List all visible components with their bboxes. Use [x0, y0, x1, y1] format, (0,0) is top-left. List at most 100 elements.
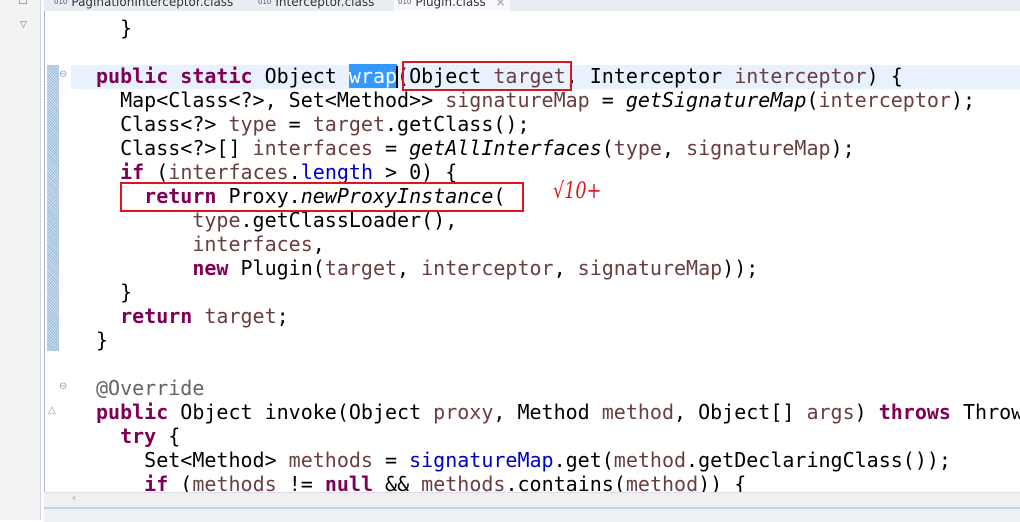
- code-line[interactable]: }: [96, 280, 132, 304]
- code-token: length: [300, 160, 373, 184]
- code-token: ;: [276, 304, 289, 328]
- code-line[interactable]: if (interfaces.length > 0) {: [96, 160, 457, 184]
- scroll-left-icon[interactable]: ‹: [72, 493, 76, 504]
- code-line[interactable]: Map<Class<?>, Set<Method>> signatureMap …: [96, 88, 975, 112]
- code-token: Class<?>[]: [96, 136, 253, 160]
- fold-collapse-icon[interactable]: ⊖: [59, 69, 67, 80]
- code-token: signatureMap: [686, 136, 831, 160]
- code-line[interactable]: try {: [96, 424, 180, 448]
- code-token: Object invoke(Object: [168, 400, 434, 424]
- code-token: (: [144, 160, 169, 184]
- code-token: getAllInterfaces: [409, 136, 602, 160]
- code-token: methods: [192, 472, 277, 492]
- code-token: .getDeclaringClass());: [686, 448, 951, 472]
- code-line[interactable]: @Override: [96, 376, 204, 400]
- handwritten-annotation: √10+: [553, 179, 602, 204]
- code-token: Map<Class<?>, Set<Method>>: [96, 88, 446, 112]
- tab-plugin[interactable]: 010 Plugin.class ⨯: [394, 0, 510, 11]
- code-token: .get(: [553, 448, 614, 472]
- code-token: interceptor: [818, 88, 951, 112]
- tab-pagination-interceptor[interactable]: 010 PaginationInterceptor.class: [50, 0, 237, 11]
- highlight-box-return-proxy: [120, 182, 524, 212]
- code-token: }: [96, 16, 133, 40]
- code-token: wrap: [348, 64, 398, 88]
- code-token: target: [324, 256, 398, 280]
- tab-label: Plugin.class: [415, 0, 486, 9]
- code-token: }: [96, 328, 109, 352]
- code-token: interfaces: [168, 160, 289, 184]
- code-token: signatureMap: [445, 88, 590, 112]
- code-line[interactable]: if (methods != null && methods.contains(…: [96, 472, 746, 492]
- code-token: Plugin(: [228, 256, 325, 280]
- horizontal-scrollbar[interactable]: ‹: [44, 492, 1020, 508]
- code-line[interactable]: new Plugin(target, interceptor, signatur…: [96, 256, 758, 280]
- tab-label: Interceptor.class: [275, 0, 375, 9]
- code-token: =: [276, 112, 313, 136]
- code-token: if: [144, 472, 169, 492]
- code-token: (: [806, 88, 819, 112]
- code-line[interactable]: return target;: [96, 304, 289, 328]
- code-line[interactable]: Class<?>[] interfaces = getAllInterfaces…: [96, 136, 855, 160]
- code-token: throws: [878, 400, 951, 424]
- code-token: new: [192, 256, 229, 280]
- code-token: return: [120, 304, 193, 328]
- maximize-icon[interactable]: ☐: [18, 0, 28, 7]
- code-token: signatureMap: [409, 448, 554, 472]
- code-token: getSignatureMap: [625, 88, 807, 112]
- code-token: static: [180, 64, 253, 88]
- code-token: }: [96, 280, 133, 304]
- code-token: ,: [661, 136, 687, 160]
- code-token: )) {: [698, 472, 747, 492]
- code-line[interactable]: }: [96, 16, 132, 40]
- code-token: Set<Method>: [96, 448, 289, 472]
- code-token: !=: [276, 472, 325, 492]
- code-token: null: [324, 472, 373, 492]
- tab-label: PaginationInterceptor.class: [71, 0, 234, 9]
- view-menu-icon[interactable]: ▽: [20, 20, 27, 30]
- tab-interceptor[interactable]: 010 Interceptor.class: [254, 0, 378, 11]
- code-token: .contains(: [505, 472, 626, 492]
- code-token: type: [228, 112, 277, 136]
- code-token: =: [589, 88, 626, 112]
- code-token: ) {: [866, 64, 903, 88]
- code-token: ,: [312, 232, 325, 256]
- code-token: if: [120, 160, 145, 184]
- highlight-box-target-param: [402, 61, 572, 91]
- close-tab-icon[interactable]: ⨯: [496, 0, 506, 9]
- editor-ruler: ⊖ ⊖ △: [45, 11, 71, 492]
- code-token: method: [601, 400, 674, 424]
- code-token: interceptor: [421, 256, 554, 280]
- code-token: @Override: [96, 376, 205, 400]
- class-file-icon: 010: [398, 0, 412, 6]
- code-token: .getClass();: [385, 112, 530, 136]
- class-file-icon: 010: [258, 0, 272, 6]
- code-token: method: [613, 448, 687, 472]
- code-token: (: [601, 136, 614, 160]
- code-token: type: [613, 136, 662, 160]
- code-token: (: [168, 472, 193, 492]
- fold-collapse-icon[interactable]: ⊖: [59, 381, 67, 392]
- code-line[interactable]: public Object invoke(Object proxy, Metho…: [96, 400, 1020, 424]
- code-token: , Method: [493, 400, 602, 424]
- code-token: public: [96, 400, 169, 424]
- code-token: interfaces: [192, 232, 313, 256]
- code-line[interactable]: Set<Method> methods = signatureMap.get(m…: [96, 448, 951, 472]
- code-token: public: [96, 64, 169, 88]
- override-marker-icon[interactable]: △: [48, 405, 56, 416]
- code-token: {: [156, 424, 181, 448]
- code-line[interactable]: interfaces,: [96, 232, 325, 256]
- left-panel: ☐ ▽: [0, 0, 41, 520]
- code-token: interceptor: [734, 64, 867, 88]
- code-editor[interactable]: ⊖ ⊖ △ } public static Object wrap (Object …: [44, 11, 1020, 492]
- editor-tab-bar: 010 PaginationInterceptor.class 010 Interc…: [44, 0, 1020, 11]
- code-token: target: [312, 112, 385, 136]
- code-line[interactable]: Class<?> type = target.getClass();: [96, 112, 530, 136]
- code-token: proxy: [433, 400, 494, 424]
- code-line[interactable]: }: [96, 328, 108, 352]
